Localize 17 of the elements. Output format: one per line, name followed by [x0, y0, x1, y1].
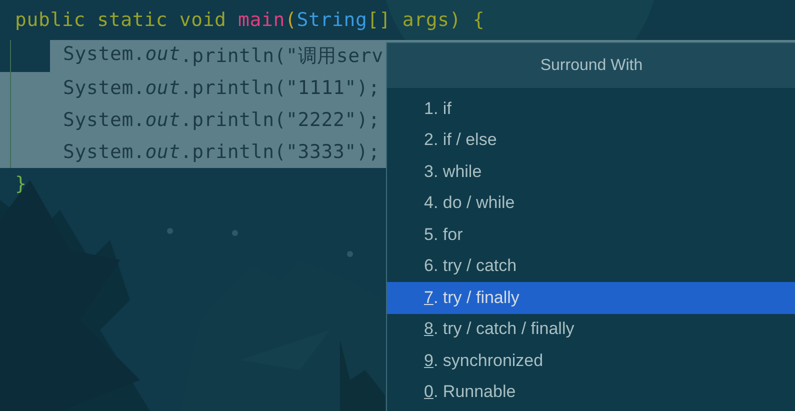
menu-item[interactable]: 3. while — [387, 156, 795, 188]
menu-item[interactable]: 6. try / catch — [387, 250, 795, 282]
code-line: System.out.println("2222"); — [63, 109, 380, 131]
menu-item[interactable]: 7. try / finally — [387, 282, 795, 314]
code-line: } — [15, 173, 27, 195]
code-line: System.out.println("3333"); — [63, 141, 380, 163]
menu-item[interactable]: 1. if — [387, 93, 795, 124]
menu-item[interactable]: 4. do / while — [387, 188, 795, 219]
code-line: System.out.println("1111"); — [63, 77, 380, 99]
menu-item[interactable]: 5. for — [387, 219, 795, 250]
code-line: System.out.println("调用serv — [63, 43, 384, 69]
menu-item[interactable]: 0. Runnable — [387, 376, 795, 408]
menu-item[interactable]: 8. try / catch / finally — [387, 314, 795, 345]
code-line: public static void main(String[] args) { — [15, 9, 485, 31]
menu-item[interactable]: 9. synchronized — [387, 345, 795, 376]
menu-item[interactable]: 2. if / else — [387, 124, 795, 156]
popup-title: Surround With — [540, 56, 643, 74]
